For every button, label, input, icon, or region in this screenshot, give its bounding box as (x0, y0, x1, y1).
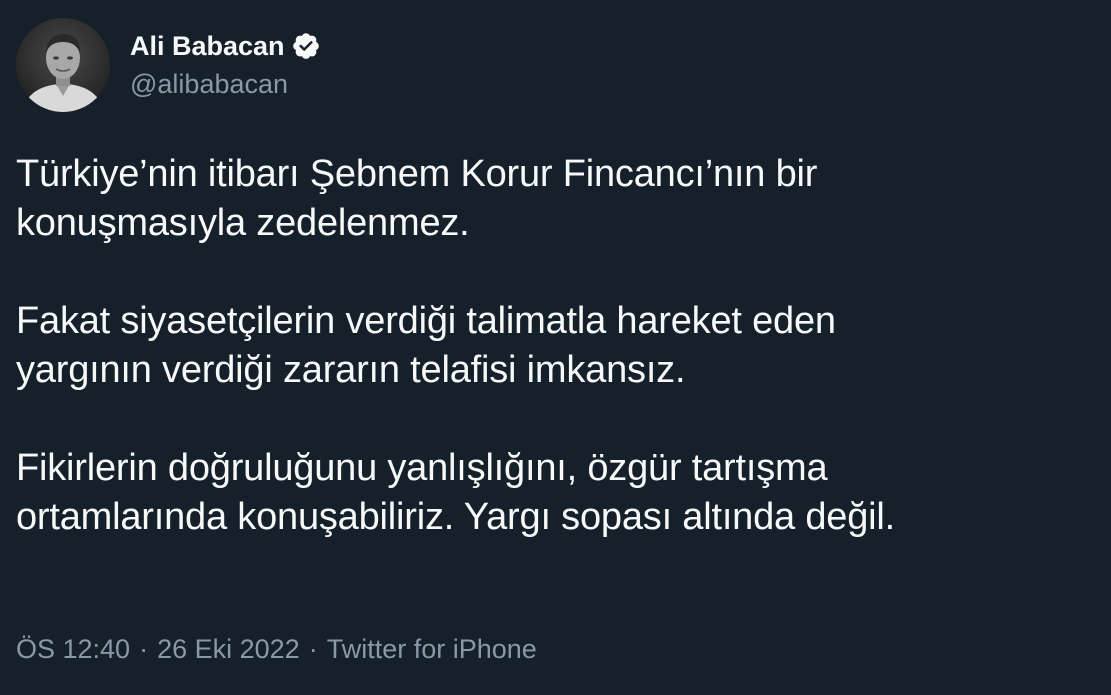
name-row: Ali Babacan (130, 29, 321, 63)
tweet-header: Ali Babacan @alibabacan (16, 18, 321, 112)
tweet-time[interactable]: ÖS 12:40 (16, 632, 130, 666)
meta-separator: · (308, 634, 318, 664)
tweet-paragraph: Fikirlerin doğruluğunu yanlışlığını, özg… (16, 444, 1096, 542)
tweet-line: Türkiye’nin itibarı Şebnem Korur Fincanc… (16, 153, 818, 195)
avatar-photo (16, 18, 110, 112)
tweet-date[interactable]: 26 Eki 2022 (157, 632, 300, 666)
display-name[interactable]: Ali Babacan (130, 29, 285, 63)
tweet-line: Fikirlerin doğruluğunu yanlışlığını, özg… (16, 447, 828, 489)
tweet-paragraph: Fakat siyasetçilerin verdiği talimatla h… (16, 297, 1096, 395)
tweet-paragraph: Türkiye’nin itibarı Şebnem Korur Fincanc… (16, 150, 1096, 248)
verified-badge-icon (291, 31, 321, 61)
tweet-meta: ÖS 12:40 · 26 Eki 2022 · Twitter for iPh… (16, 632, 537, 666)
meta-separator: · (139, 634, 149, 664)
avatar[interactable] (16, 18, 110, 112)
tweet-line: Fakat siyasetçilerin verdiği talimatla h… (16, 300, 836, 342)
tweet-line: yargının verdiği zararın telafisi imkans… (16, 349, 686, 391)
tweet-card: Ali Babacan @alibabacan Türkiye’nin itib… (0, 0, 1111, 695)
tweet-source[interactable]: Twitter for iPhone (327, 632, 537, 666)
tweet-text: Türkiye’nin itibarı Şebnem Korur Fincanc… (16, 150, 1096, 542)
handle[interactable]: @alibabacan (130, 67, 321, 101)
tweet-line: konuşmasıyla zedelenmez. (16, 202, 470, 244)
tweet-line: ortamlarında konuşabiliriz. Yargı sopası… (16, 496, 895, 538)
author-info: Ali Babacan @alibabacan (130, 18, 321, 112)
